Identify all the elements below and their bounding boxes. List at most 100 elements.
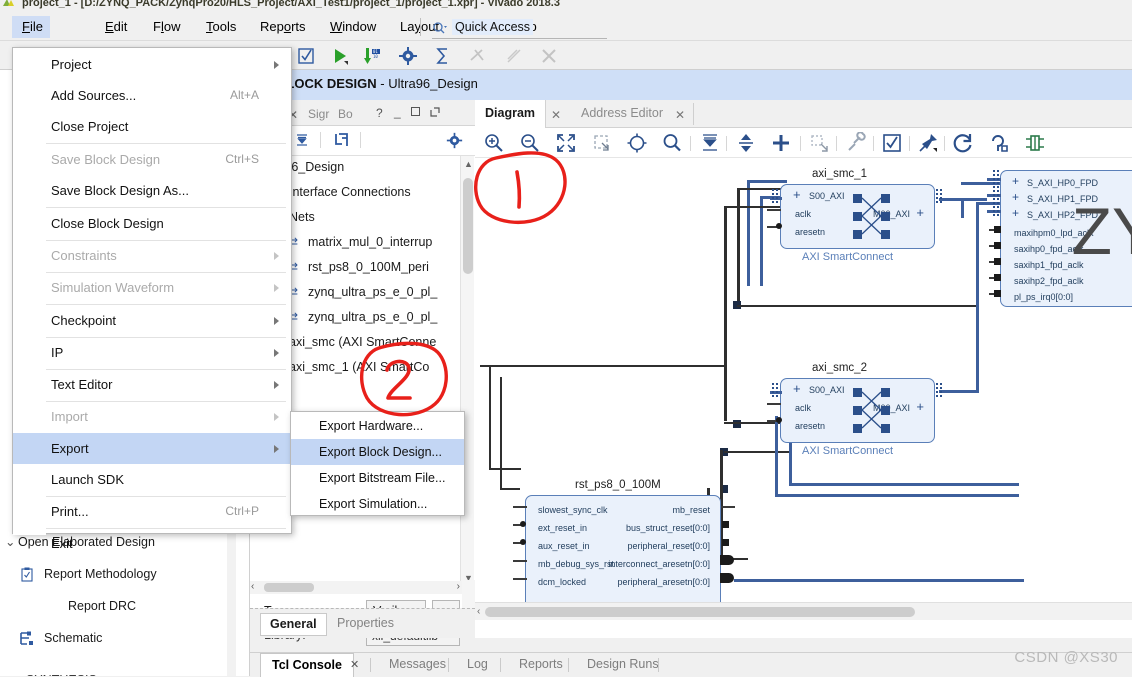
menu-item-checkpoint[interactable]: Checkpoint <box>13 305 291 336</box>
menu-item-constraints: Constraints <box>13 240 291 271</box>
tab-properties[interactable]: Properties <box>328 613 403 636</box>
menu-item-export-simulation[interactable]: Export Simulation... <box>291 491 464 517</box>
gear-settings-icon[interactable] <box>398 46 418 66</box>
block-axi-smc-1[interactable]: S00_AXI aclk aresetn M00_AXI + + <box>780 184 935 249</box>
menu-item-export-block-design[interactable]: Export Block Design... <box>291 439 464 465</box>
bd-tree-vertical-scrollbar[interactable]: ▲ ▼ <box>460 156 474 586</box>
menu-item-label: Export Bitstream File... <box>319 471 446 485</box>
menu-edit[interactable]: Edit <box>95 16 137 38</box>
add-ip-icon[interactable] <box>770 132 792 154</box>
menu-item-label: Print... <box>51 504 89 519</box>
tab-design-runs[interactable]: Design Runs <box>576 653 670 677</box>
collapse-icon[interactable] <box>699 132 721 154</box>
close-icon[interactable]: ✕ <box>350 658 359 671</box>
flownav-item-report-drc[interactable]: Report DRC <box>68 596 136 616</box>
menu-item-close-project[interactable]: Close Project <box>13 111 291 142</box>
tab-reports[interactable]: Reports <box>508 653 574 677</box>
tab-address-editor[interactable]: Address Editor <box>571 100 673 128</box>
menu-item-text-editor[interactable]: Text Editor <box>13 369 291 400</box>
settings-gear-icon[interactable] <box>446 132 463 149</box>
regenerate-layout-icon[interactable] <box>988 132 1010 154</box>
menu-reports[interactable]: Reports <box>250 16 316 38</box>
menu-item-close-block-design[interactable]: Close Block Design <box>13 208 291 239</box>
chevron-up-icon[interactable]: ▲ <box>464 159 473 169</box>
flownav-item-schematic[interactable]: Schematic <box>20 628 102 648</box>
menu-item-export-hardware[interactable]: Export Hardware... <box>291 413 464 439</box>
block-design-canvas[interactable]: axi_smc_1 S00_AXI aclk aresetn M00_AXI +… <box>475 158 1132 620</box>
port-label-peripheral-reset: peripheral_reset[0:0] <box>627 541 710 551</box>
port-label-aresetn: aresetn <box>795 421 826 431</box>
bd-left-tab-signals[interactable]: Sigr <box>308 104 329 126</box>
maximize-icon[interactable] <box>411 107 420 116</box>
collapse-all-icon[interactable] <box>294 132 310 148</box>
scrollbar-thumb[interactable] <box>463 178 473 274</box>
menu-item-print[interactable]: Print... Ctrl+P <box>13 496 291 527</box>
fit-to-window-icon[interactable] <box>555 132 577 154</box>
zoom-out-icon[interactable] <box>519 132 541 154</box>
pin-icon[interactable] <box>917 132 939 154</box>
chevron-right-icon[interactable]: › <box>457 581 460 592</box>
expand-all-icon[interactable] <box>334 132 350 148</box>
menu-window[interactable]: Window <box>320 16 386 38</box>
block-zynq-ultra-ps-e-0[interactable]: S_AXI_HP0_FPD S_AXI_HP1_FPD S_AXI_HP2_FP… <box>1000 170 1132 307</box>
plus-expand-icon[interactable]: + <box>1012 190 1019 204</box>
plus-expand-icon[interactable]: + <box>916 399 924 414</box>
chevron-left-icon[interactable]: ‹ <box>251 581 254 592</box>
plus-expand-icon[interactable]: + <box>1012 174 1019 188</box>
plus-expand-icon[interactable]: + <box>793 381 801 396</box>
menu-item-export-bitstream-file[interactable]: Export Bitstream File... <box>291 465 464 491</box>
tab-diagram[interactable]: Diagram <box>475 100 547 128</box>
chevron-left-icon[interactable]: ‹ <box>477 606 480 617</box>
bd-left-tab-board[interactable]: Bo <box>338 104 353 126</box>
close-icon[interactable]: ✕ <box>675 108 685 122</box>
search-icon[interactable] <box>661 132 683 154</box>
menu-item-project[interactable]: Project <box>13 49 291 80</box>
tab-general[interactable]: General <box>260 613 327 636</box>
program-download-icon[interactable]: 01 10 <box>362 46 382 66</box>
flownav-item-report-methodology[interactable]: Report Methodology <box>21 564 157 584</box>
plus-expand-icon[interactable]: + <box>1012 206 1019 220</box>
scrollbar-thumb[interactable] <box>264 583 314 592</box>
menu-flow[interactable]: Flow <box>143 16 190 38</box>
checkbox-check-icon[interactable] <box>296 46 316 66</box>
expand-icon[interactable] <box>735 132 757 154</box>
menu-item-add-sources[interactable]: Add Sources... Alt+A <box>13 80 291 111</box>
menu-item-ip[interactable]: IP <box>13 337 291 368</box>
bd-properties-horizontal-scrollbar[interactable]: ‹ › <box>250 581 462 594</box>
menu-file[interactable]: File <box>12 16 50 38</box>
zoom-in-icon[interactable] <box>483 132 505 154</box>
tab-label: Reports <box>519 657 563 671</box>
minimize-icon[interactable]: _ <box>394 105 401 119</box>
port-label-aclk: aclk <box>795 209 812 219</box>
bus-port-marker <box>993 202 999 218</box>
tab-label: Properties <box>337 616 394 630</box>
quick-access-search[interactable]: Quick Access <box>432 19 607 39</box>
menu-item-label: Simulation Waveform <box>51 280 175 295</box>
run-play-icon[interactable] <box>330 46 350 66</box>
help-question-icon[interactable]: ? <box>376 106 383 120</box>
scrollbar-thumb[interactable] <box>485 607 915 617</box>
reset-view-icon[interactable] <box>626 132 648 154</box>
menu-item-export[interactable]: Export <box>13 433 291 464</box>
canvas-horizontal-scrollbar[interactable]: ‹ <box>475 602 1132 620</box>
plus-expand-icon[interactable]: + <box>793 187 801 202</box>
float-icon[interactable] <box>430 107 440 117</box>
optimize-routing-icon[interactable] <box>1024 132 1046 154</box>
tab-tcl-console[interactable]: Tcl Console <box>260 653 354 677</box>
menu-item-import: Import <box>13 401 291 432</box>
menu-item-exit[interactable]: Exit <box>13 528 291 559</box>
net-wire <box>500 377 502 489</box>
menu-item-save-block-design-as[interactable]: Save Block Design As... <box>13 175 291 206</box>
block-axi-smc-2[interactable]: S00_AXI aclk aresetn M00_AXI + + <box>780 378 935 443</box>
plus-expand-icon[interactable]: + <box>916 205 924 220</box>
menu-item-launch-sdk[interactable]: Launch SDK <box>13 464 291 495</box>
tab-log[interactable]: Log <box>456 653 499 677</box>
flownav-item-synthesis[interactable]: ⌄ SYNTHESIS <box>10 670 97 676</box>
tab-messages[interactable]: Messages <box>378 653 457 677</box>
menu-tools[interactable]: Tools <box>196 16 246 38</box>
sum-sigma-icon[interactable] <box>433 46 453 66</box>
refresh-icon[interactable] <box>952 132 974 154</box>
close-icon[interactable]: ✕ <box>551 108 561 122</box>
submenu-arrow-icon <box>274 445 279 453</box>
validate-design-icon[interactable] <box>881 132 903 154</box>
